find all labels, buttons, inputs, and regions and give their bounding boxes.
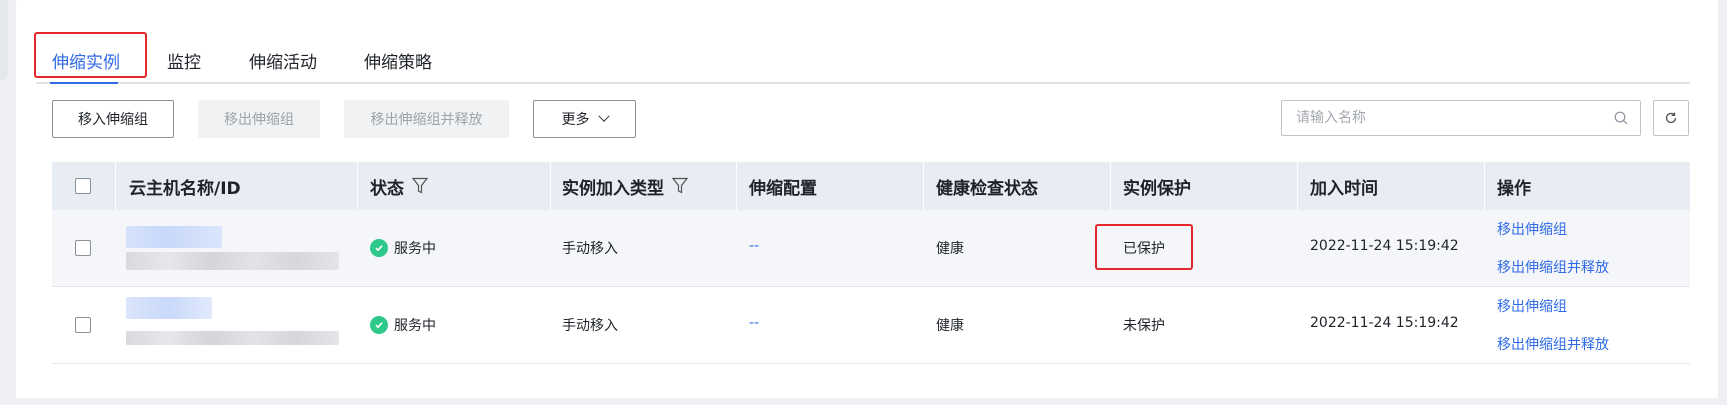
filter-icon[interactable]	[672, 177, 688, 195]
tab-scaling-instances[interactable]: 伸缩实例	[52, 48, 120, 73]
scaling-config-cell: --	[749, 315, 760, 331]
status-text: 服务中	[394, 318, 436, 334]
join-time-cell: 2022-11-24 15:19:42	[1310, 315, 1459, 331]
join-type-cell: 手动移入	[562, 318, 618, 334]
status-text: 服务中	[394, 241, 436, 257]
active-tab-indicator	[50, 82, 118, 84]
header-actions: 操作	[1497, 178, 1531, 199]
move-out-release-button[interactable]: 移出伸缩组并释放	[344, 100, 509, 138]
table-row: 服务中 手动移入 -- 健康 已保护 2022-11-24 15:19:42 移…	[52, 210, 1690, 287]
refresh-icon	[1665, 112, 1677, 124]
table-header: 云主机名称/ID 状态 实例加入类型 伸缩配置 健康检查状态 实例保护 加入时间…	[52, 162, 1690, 210]
tab-bar: 伸缩实例 监控 伸缩活动 伸缩策略	[36, 40, 1690, 84]
status-cell: 服务中	[370, 315, 436, 335]
check-circle-icon	[370, 239, 388, 257]
table-row: 服务中 手动移入 -- 健康 未保护 2022-11-24 15:19:42 移…	[52, 287, 1690, 364]
move-in-button[interactable]: 移入伸缩组	[52, 100, 174, 138]
move-out-link[interactable]: 移出伸缩组	[1497, 296, 1567, 316]
move-out-release-link[interactable]: 移出伸缩组并释放	[1497, 257, 1609, 277]
filter-icon[interactable]	[412, 177, 428, 195]
header-join-type: 实例加入类型	[562, 162, 688, 210]
join-time-cell: 2022-11-24 15:19:42	[1310, 238, 1459, 254]
search-icon[interactable]	[1614, 111, 1628, 125]
header-join-time: 加入时间	[1310, 178, 1378, 199]
header-name: 云主机名称/ID	[129, 178, 241, 199]
health-cell: 健康	[936, 241, 964, 257]
check-circle-icon	[370, 316, 388, 334]
header-health: 健康检查状态	[936, 178, 1038, 199]
scaling-config-cell: --	[749, 238, 760, 254]
row-checkbox[interactable]	[75, 317, 91, 333]
search-input[interactable]	[1294, 109, 1614, 127]
header-config: 伸缩配置	[749, 178, 817, 199]
tab-monitoring[interactable]: 监控	[167, 48, 201, 73]
move-out-button[interactable]: 移出伸缩组	[198, 100, 320, 138]
move-out-link[interactable]: 移出伸缩组	[1497, 219, 1567, 239]
header-status: 状态	[370, 162, 428, 210]
more-label: 更多	[561, 112, 590, 128]
select-all-checkbox[interactable]	[75, 178, 91, 194]
move-out-release-link[interactable]: 移出伸缩组并释放	[1497, 334, 1609, 354]
status-cell: 服务中	[370, 238, 436, 258]
protection-cell: 未保护	[1123, 318, 1165, 334]
tab-scaling-policies[interactable]: 伸缩策略	[364, 48, 432, 73]
search-box	[1281, 100, 1641, 136]
header-status-label: 状态	[370, 178, 404, 199]
more-dropdown-button[interactable]: 更多	[533, 100, 636, 138]
left-edge-bar	[0, 0, 8, 80]
health-cell: 健康	[936, 318, 964, 334]
header-protection: 实例保护	[1123, 178, 1191, 199]
tab-scaling-activities[interactable]: 伸缩活动	[249, 48, 317, 73]
join-type-cell: 手动移入	[562, 241, 618, 257]
row-checkbox[interactable]	[75, 240, 91, 256]
chevron-down-icon	[597, 110, 610, 122]
protection-cell: 已保护	[1123, 241, 1165, 257]
header-join-type-label: 实例加入类型	[562, 178, 664, 199]
refresh-button[interactable]	[1653, 100, 1689, 136]
